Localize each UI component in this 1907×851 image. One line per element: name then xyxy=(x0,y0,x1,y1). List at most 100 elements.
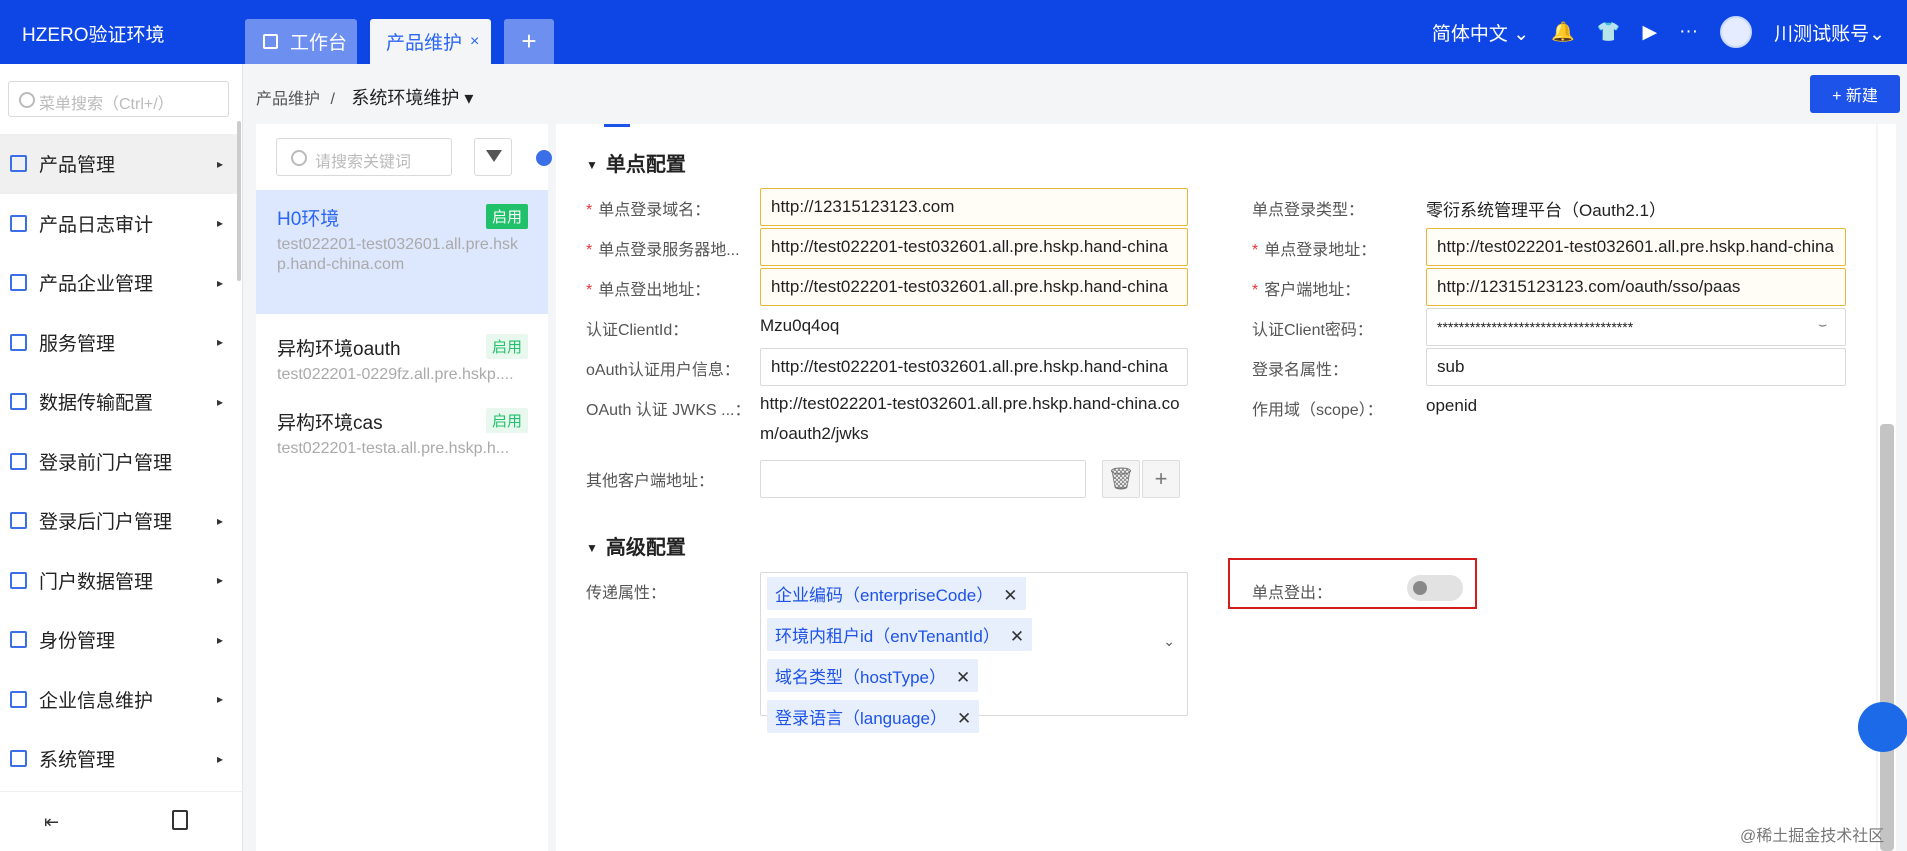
sidebar-item-product-log-audit[interactable]: 产品日志审计 ▸ xyxy=(0,194,237,254)
shirt-icon[interactable]: 👕 xyxy=(1597,20,1621,44)
sidebar-item-product-management[interactable]: 产品管理 ▸ xyxy=(0,134,237,194)
label-sso-domain: * 单点登录域名： xyxy=(586,202,711,219)
sidebar-item-portal-data[interactable]: 门户数据管理 ▸ xyxy=(0,551,237,611)
label-sso-server: * 单点登录服务器地... xyxy=(586,242,740,259)
status-badge: 启用 xyxy=(485,334,528,359)
list-item[interactable]: 异构环境oauth test022201-0229fz.all.pre.hskp… xyxy=(256,320,548,396)
sidebar-item-post-login-portal[interactable]: 登录后门户管理 ▸ xyxy=(0,491,237,551)
sso-logout-url-input[interactable]: http://test022201-test032601.all.pre.hsk… xyxy=(760,268,1188,306)
list-search-input[interactable]: 请搜索关键词 xyxy=(276,138,452,176)
tab-product-maintenance[interactable]: 产品维护 × xyxy=(370,19,491,64)
code-icon xyxy=(10,631,27,649)
code-icon xyxy=(10,333,27,351)
sidebar-item-pre-login-portal[interactable]: 登录前门户管理 xyxy=(0,432,237,492)
client-id-value: Mzu0q4oq xyxy=(760,316,840,335)
collapse-menu-icon[interactable]: ⇤ xyxy=(44,812,59,833)
sidebar-item-label: 产品企业管理 xyxy=(39,274,154,296)
user-menu[interactable]: 川测试账号⌄ xyxy=(1774,19,1885,46)
list-item[interactable]: 异构环境cas test022201-testa.all.pre.hskp.h.… xyxy=(256,394,548,470)
settings-icon xyxy=(10,750,27,768)
sidebar: 菜单搜索（Ctrl+/） 产品管理 ▸ 产品日志审计 ▸ 产品企业管理 ▸ 服务管理 ▸… xyxy=(0,64,243,851)
breadcrumb-parent[interactable]: 产品维护 xyxy=(256,91,320,108)
section-advanced-config[interactable]: 高级配置 xyxy=(586,531,686,560)
jwks-value: http://test022201-test032601.all.pre.hsk… xyxy=(760,394,1180,443)
caret-right-icon: ▸ xyxy=(216,394,223,409)
sso-server-input[interactable]: http://test022201-test032601.all.pre.hsk… xyxy=(760,228,1188,266)
sidebar-item-identity[interactable]: 身份管理 ▸ xyxy=(0,610,237,670)
add-tab-button[interactable]: + xyxy=(504,19,554,64)
tab-workspace[interactable]: 工作台 xyxy=(245,19,357,64)
tag-host-type: 域名类型（hostType） ✕ xyxy=(767,659,979,692)
sso-login-url-input[interactable]: http://test022201-test032601.all.pre.hsk… xyxy=(1426,228,1846,266)
sidebar-scrollbar[interactable] xyxy=(237,121,241,281)
scrollbar-thumb[interactable] xyxy=(1880,424,1894,851)
language-select[interactable]: 简体中文 ⌄ xyxy=(1432,19,1529,46)
caret-right-icon: ▸ xyxy=(216,751,223,766)
filter-icon[interactable] xyxy=(474,138,512,176)
tag-enterprise-code: 企业编码（enterpriseCode） ✕ xyxy=(767,577,1026,610)
environment-form: 单点配置 *单点登录域名： http://12315123123.com 单点登… xyxy=(556,124,1876,851)
help-float-button[interactable] xyxy=(1858,702,1907,752)
code-icon xyxy=(10,393,27,411)
label-sso-logout-url: * 单点登出地址： xyxy=(586,282,711,299)
top-bar: HZERO验证环境 工作台 产品维护 × + 简体中文 ⌄ 🔔 👕 ▶ ··· … xyxy=(0,0,1907,64)
caret-right-icon: ▸ xyxy=(216,156,223,171)
breadcrumb-separator: / xyxy=(330,91,335,108)
status-badge: 启用 xyxy=(485,408,528,433)
breadcrumb-current[interactable]: 系统环境维护 ▾ xyxy=(351,88,473,108)
sidebar-item-label: 服务管理 xyxy=(39,333,116,355)
scope-value: openid xyxy=(1426,396,1478,415)
bell-icon[interactable]: 🔔 xyxy=(1551,20,1575,44)
login-attr-input[interactable]: sub xyxy=(1426,348,1846,386)
label-sso-logout: 单点登出： xyxy=(1252,585,1333,602)
sidebar-menu: 产品管理 ▸ 产品日志审计 ▸ 产品企业管理 ▸ 服务管理 ▸ 数据传输配置 ▸ 登录前门… xyxy=(0,134,237,789)
client-secret-input[interactable]: ************************************ xyxy=(1426,308,1846,346)
plus-icon[interactable]: + xyxy=(1142,460,1180,498)
sidebar-item-label: 产品日志审计 xyxy=(39,214,154,236)
code-icon xyxy=(10,155,27,173)
label-jwks: OAuth 认证 JWKS ...： xyxy=(586,402,751,419)
close-icon[interactable]: ✕ xyxy=(1010,627,1024,646)
eye-closed-icon[interactable]: ⌣ xyxy=(1818,316,1827,333)
sidebar-item-enterprise-info[interactable]: 企业信息维护 ▸ xyxy=(0,670,237,730)
code-icon xyxy=(10,512,27,530)
close-icon[interactable]: ✕ xyxy=(957,709,971,728)
close-icon[interactable]: × xyxy=(470,33,479,51)
sso-domain-input[interactable]: http://12315123123.com xyxy=(760,188,1188,226)
top-right-tools: 简体中文 ⌄ 🔔 👕 ▶ ··· 川测试账号⌄ xyxy=(1432,0,1907,64)
list-item[interactable]: H0环境 test022201-test032601.all.pre.hskp.… xyxy=(256,190,548,314)
code-icon xyxy=(10,452,27,470)
more-icon[interactable]: ··· xyxy=(1679,21,1698,43)
avatar[interactable] xyxy=(1720,16,1753,48)
menu-search-input[interactable]: 菜单搜索（Ctrl+/） xyxy=(8,81,229,117)
sidebar-item-product-enterprise[interactable]: 产品企业管理 ▸ xyxy=(0,253,237,313)
table-icon xyxy=(10,571,27,589)
chevron-down-icon[interactable]: ⌄ xyxy=(1163,633,1175,650)
sidebar-item-service-management[interactable]: 服务管理 ▸ xyxy=(0,313,237,373)
collapse-panel-icon[interactable] xyxy=(536,150,552,166)
app-brand: HZERO验证环境 xyxy=(22,25,165,46)
label-userinfo: oAuth认证用户信息： xyxy=(586,362,740,379)
new-button[interactable]: + 新建 xyxy=(1810,75,1900,113)
label-other-client: 其他客户端地址： xyxy=(586,473,715,490)
label-scope: 作用域（scope）： xyxy=(1252,402,1383,419)
env-domain: test022201-0229fz.all.pre.hskp.... xyxy=(277,366,514,383)
document-icon[interactable] xyxy=(172,810,188,830)
close-icon[interactable]: ✕ xyxy=(956,668,970,687)
section-sso-config[interactable]: 单点配置 xyxy=(586,148,686,177)
userinfo-input[interactable]: http://test022201-test032601.all.pre.hsk… xyxy=(760,348,1188,386)
status-badge: 启用 xyxy=(485,204,528,229)
sidebar-item-data-transfer[interactable]: 数据传输配置 ▸ xyxy=(0,372,237,432)
sidebar-item-label: 企业信息维护 xyxy=(39,690,154,712)
sso-logout-toggle[interactable] xyxy=(1407,575,1463,601)
client-url-input[interactable]: http://12315123123.com/oauth/sso/paas xyxy=(1426,268,1846,306)
trash-icon[interactable]: 🗑 xyxy=(1102,460,1140,498)
sidebar-item-label: 系统管理 xyxy=(39,750,116,772)
sidebar-item-system[interactable]: 系统管理 ▸ xyxy=(0,729,237,789)
pass-attrs-multiselect[interactable]: 企业编码（enterpriseCode） ✕ 环境内租户id（envTenantI… xyxy=(760,572,1188,733)
close-icon[interactable]: ✕ xyxy=(1003,586,1017,605)
sidebar-item-label: 身份管理 xyxy=(39,631,116,653)
other-client-input[interactable] xyxy=(760,460,1086,498)
play-circle-icon[interactable]: ▶ xyxy=(1642,21,1657,44)
label-client-url: * 客户端地址： xyxy=(1252,282,1361,299)
